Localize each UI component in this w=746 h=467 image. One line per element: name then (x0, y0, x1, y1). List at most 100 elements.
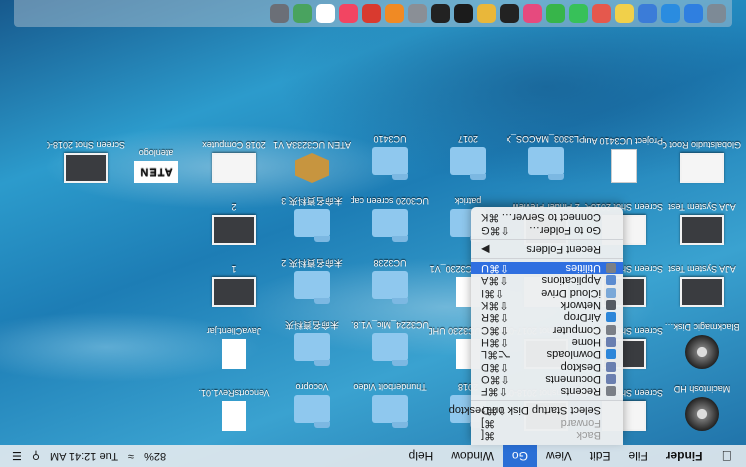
menu-item-downloads[interactable]: Downloads ⌥⌘L (471, 348, 623, 360)
desktop-item-label: Vocopro (295, 382, 329, 392)
menu-item-shortcut: ⌘K (481, 211, 500, 224)
menu-item-back: Back ⌘[ (471, 429, 623, 441)
folder-icon (294, 395, 330, 423)
desktop-item[interactable]: Globalstudio Root CA (663, 140, 741, 183)
itunes-icon[interactable] (523, 4, 542, 23)
desktop-item[interactable]: UC3020 screen capture (351, 196, 429, 245)
desktop-item[interactable]: Thunderbolt Video (351, 382, 429, 431)
menu-item-applications[interactable]: Applications ⇧⌘A (471, 274, 623, 286)
menu-item-recent-folders[interactable]: Recent Folders ▶ (471, 243, 623, 255)
menu-item-label: Desktop (560, 360, 601, 373)
pdf-icon[interactable] (362, 4, 381, 23)
desktop-item[interactable]: VencortsRev1.01. (195, 388, 273, 431)
desktop-item[interactable]: 2018 Computex (195, 140, 273, 183)
terminal-icon[interactable] (431, 4, 450, 23)
desktop-item[interactable]: ATEN UC3233A V1.6.4 (273, 140, 351, 183)
shot-icon (212, 277, 256, 307)
desktop-item-label: AJA System Test (668, 264, 736, 274)
desktop-item[interactable]: PL3303_MACOS_X_1.6.1 (507, 134, 585, 183)
pdf-icon (222, 339, 246, 369)
trash-icon[interactable] (707, 4, 726, 23)
menu-view[interactable]: View (537, 445, 581, 467)
finder-icon[interactable] (684, 4, 703, 23)
menu-item-home[interactable]: Home ⇧⌘H (471, 336, 623, 348)
maps-icon[interactable] (293, 4, 312, 23)
time-label[interactable]: Tue 12:41 AM (50, 450, 118, 462)
vlc-icon[interactable] (385, 4, 404, 23)
menu-item-connect-to-server[interactable]: Connect to Server… ⌘K (471, 211, 623, 223)
menu-item-documents[interactable]: Documents ⇧⌘O (471, 373, 623, 385)
messages-icon[interactable] (569, 4, 588, 23)
menu-help[interactable]: Help (400, 445, 443, 467)
safari-icon[interactable] (661, 4, 680, 23)
desktop-item[interactable]: Blackmagic Disk… (663, 322, 741, 369)
desktop-item[interactable]: 未命名資料夾 (273, 320, 351, 369)
menu-item-icloud-drive[interactable]: iCloud Drive ⇧⌘I (471, 286, 623, 299)
wifi-icon[interactable]: ≈ (128, 450, 134, 462)
menu-edit[interactable]: Edit (581, 445, 620, 467)
launchpad-icon[interactable] (270, 4, 289, 23)
mail-icon[interactable] (638, 4, 657, 23)
menu-item-shortcut: ⇧⌘O (481, 372, 510, 385)
menu-item-shortcut: ⌘[ (481, 429, 496, 441)
dock (14, 0, 732, 27)
obs-icon[interactable] (454, 4, 473, 23)
folder-icon (450, 147, 486, 175)
facetime-icon[interactable] (546, 4, 565, 23)
folder-icon (294, 333, 330, 361)
desktop-item[interactable]: AJA System Test (663, 264, 741, 307)
desktop-item[interactable]: Project UC3410 Audio (585, 136, 663, 183)
desktop-item[interactable]: UC3224_Mic_V1.8.4 (351, 320, 429, 369)
menu-item-go-to-folder[interactable]: Go to Folder… ⇧⌘G (471, 223, 623, 236)
folder-icon (372, 209, 408, 237)
desktop-item[interactable]: 2 (195, 202, 273, 245)
menu-item-recents[interactable]: Recents ⇧⌘F (471, 385, 623, 397)
desktop-item[interactable]: ATEN atenlogo (117, 148, 195, 183)
notification-center-icon[interactable]: ☰ (12, 450, 22, 463)
desktop-item[interactable]: 2017 (429, 134, 507, 183)
desktop-item[interactable]: JavaClient.jar (195, 326, 273, 369)
chrome-icon[interactable] (477, 4, 496, 23)
calendar-icon[interactable] (316, 4, 335, 23)
menu-item-utilities[interactable]: Utilities ⇧⌘U (471, 261, 623, 275)
desktop-item-label: 未命名資料夾 2 (281, 258, 343, 268)
forward-icon (606, 418, 616, 428)
menu-item-shortcut: ⇧⌘F (481, 385, 508, 398)
menu-item-select-startup-disk-on-desktop[interactable]: Select Startup Disk on Desktop ⇧⌘↑ (449, 404, 623, 416)
terminal-icon[interactable] (500, 4, 519, 23)
desktop-item[interactable]: Screen Shot 2018-0…22.03 PM (47, 140, 125, 183)
desktop-item[interactable]: Macintosh HD (663, 384, 741, 431)
notes-icon[interactable] (615, 4, 634, 23)
photos-icon[interactable] (592, 4, 611, 23)
desktop-item[interactable]: UC3238 (351, 258, 429, 307)
menu-window[interactable]: Window (442, 445, 503, 467)
desktop-item[interactable]: 1 (195, 264, 273, 307)
shot-icon (212, 153, 256, 183)
menu-item-label: Home (571, 335, 601, 348)
music-icon[interactable] (339, 4, 358, 23)
aten-icon: ATEN (134, 161, 178, 183)
desktop-item[interactable]: Vocopro (273, 382, 351, 431)
desktop-item[interactable]: AJA System Test (663, 202, 741, 245)
settings-icon[interactable] (408, 4, 427, 23)
menu-finder[interactable]: Finder (657, 445, 712, 467)
go-menu-dropdown: Back ⌘[Forward ⌘] Select Startup Disk on De… (449, 206, 623, 445)
menu-item-label: Back (576, 429, 601, 441)
desktop-item-label: 1 (231, 264, 237, 274)
desktop-item-label: patrick (454, 196, 482, 206)
folder-icon (294, 209, 330, 237)
menu-item-label: Computer (552, 323, 601, 336)
menu-item-airdrop[interactable]: AirDrop ⇧⌘R (471, 311, 623, 323)
desktop-item[interactable]: 未命名資料夾 3 (273, 196, 351, 245)
desktop-item[interactable]: UC3410 (351, 134, 429, 183)
airdrop-icon (606, 312, 616, 323)
menu-item-network[interactable]: Network ⇧⌘K (471, 299, 623, 311)
menu-item-computer[interactable]: Computer ⇧⌘C (471, 323, 623, 336)
spotlight-icon[interactable]: ⚲ (32, 450, 40, 463)
menu-file[interactable]: File (619, 445, 656, 467)
menu-item-desktop[interactable]: Desktop ⇧⌘D (471, 360, 623, 373)
apple-menu-icon[interactable]:  (712, 445, 746, 467)
menu-go[interactable]: Go (502, 445, 537, 467)
desktop-item[interactable]: 未命名資料夾 2 (273, 258, 351, 307)
utilities-icon (606, 263, 616, 274)
